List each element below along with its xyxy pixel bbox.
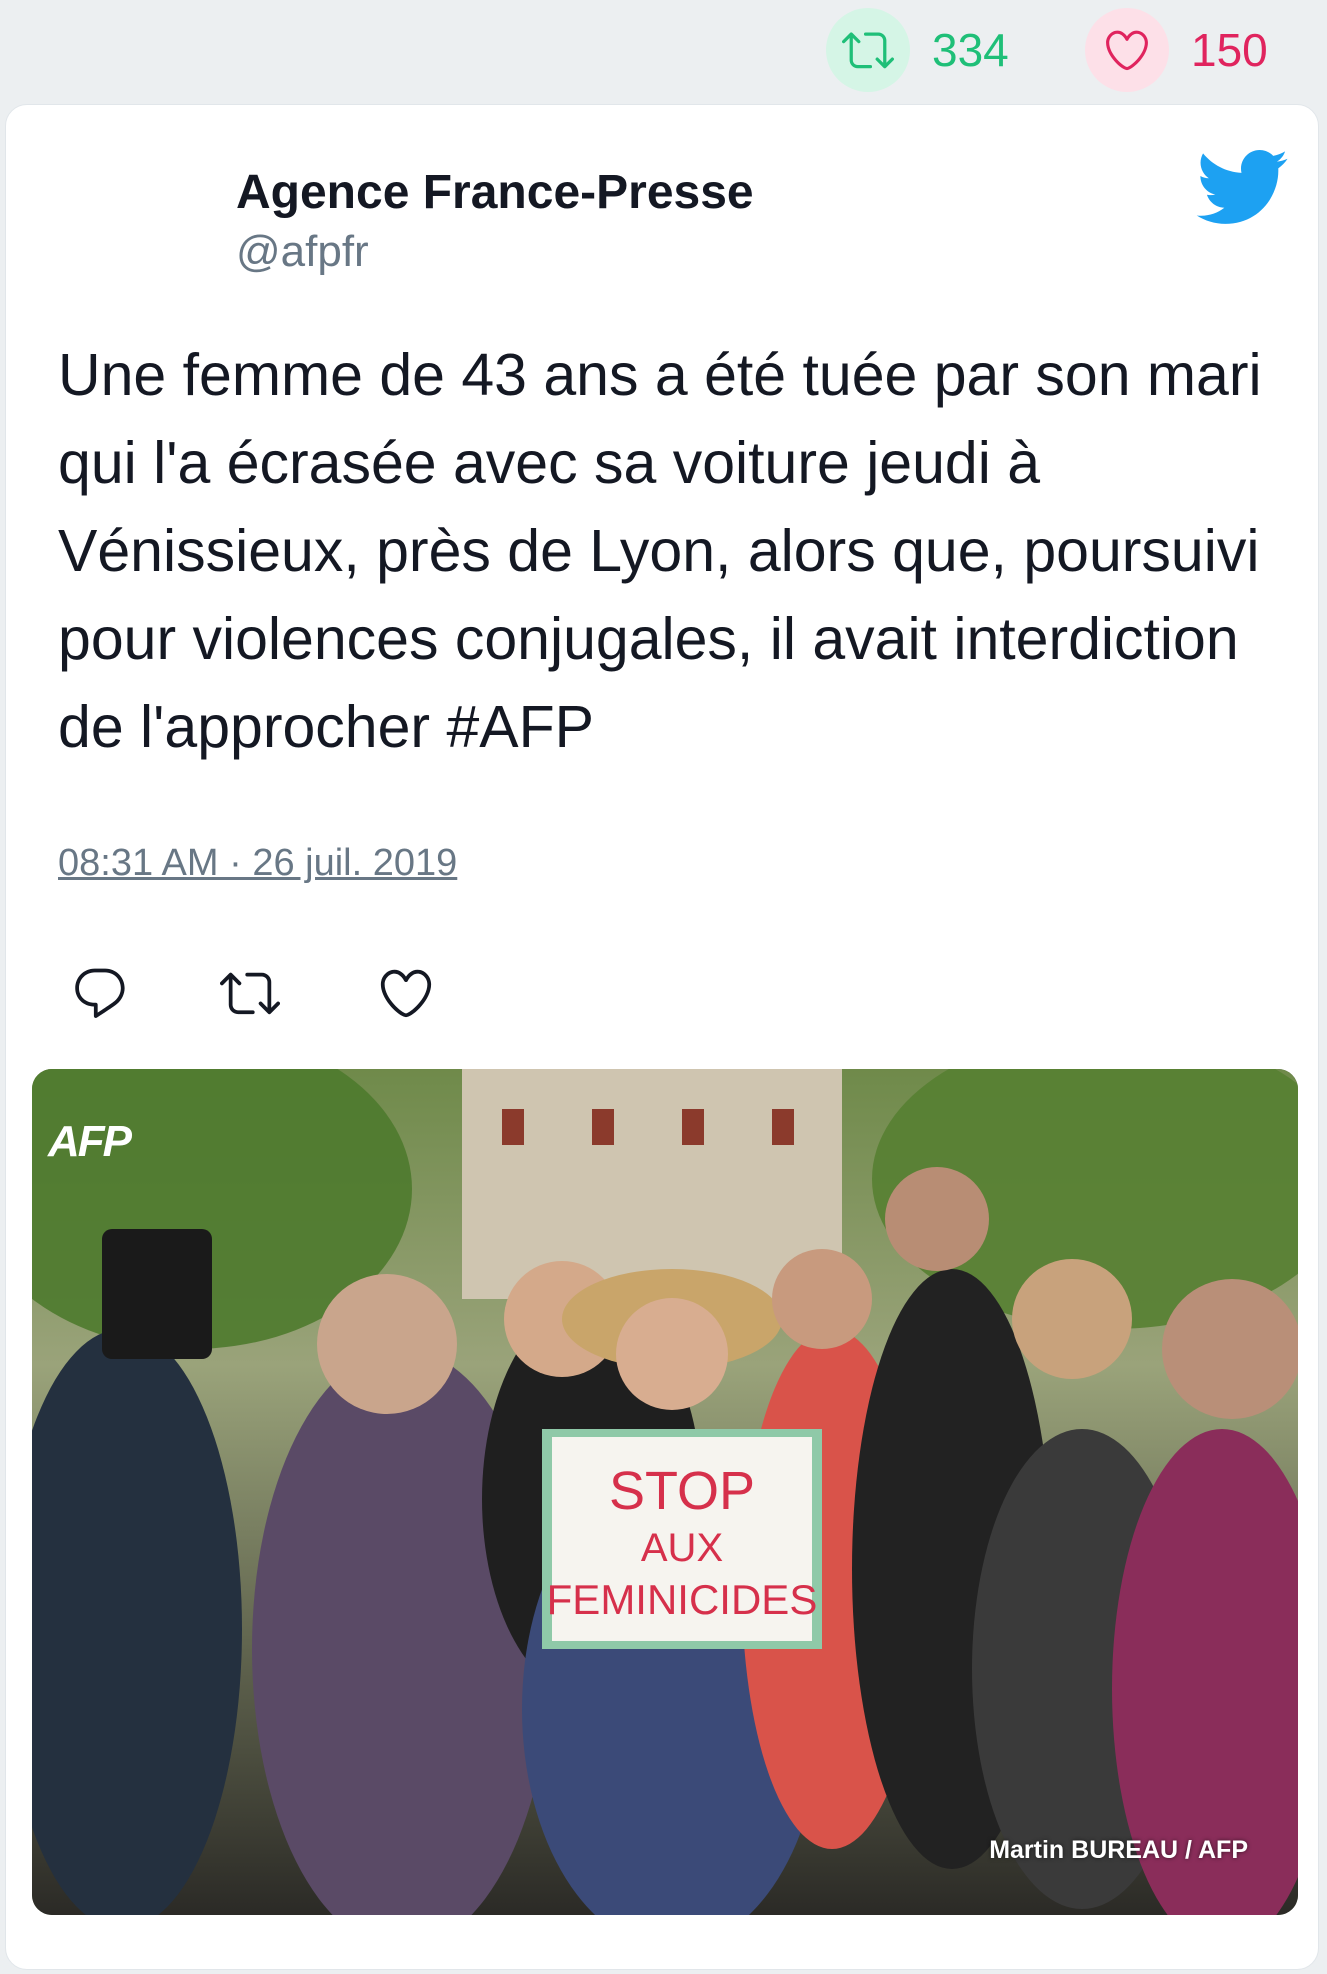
twitter-bird-icon[interactable] (1192, 147, 1290, 227)
tweet-text: Une femme de 43 ans a été tuée par son m… (58, 342, 1262, 760)
afp-logo: AFP (48, 1117, 132, 1166)
like-stat[interactable]: 150 (1085, 0, 1268, 100)
retweet-stat[interactable]: 334 (826, 0, 1009, 100)
heart-stat-icon (1085, 8, 1169, 92)
tweet-card: Agence France-Presse @afpfr Une femme de… (5, 104, 1319, 1970)
retweet-stat-icon (826, 8, 910, 92)
tweet-timestamp[interactable]: 08:31 AM · 26 juil. 2019 (58, 842, 457, 885)
tweet-photo[interactable]: STOP AUX FEMINICIDES AFP Martin BUREAU /… (32, 1069, 1298, 1915)
sign-line-3: FEMINICIDES (547, 1576, 818, 1623)
photo-credit: Martin BUREAU / AFP (989, 1836, 1248, 1864)
author-handle[interactable]: @afpfr (236, 227, 369, 277)
retweet-icon[interactable] (220, 963, 280, 1023)
heart-icon[interactable] (376, 963, 436, 1023)
sign-line-2: AUX (641, 1526, 723, 1570)
sign-line-1: STOP (609, 1461, 755, 1521)
retweet-count: 334 (932, 24, 1009, 76)
like-count: 150 (1191, 24, 1268, 76)
author-name[interactable]: Agence France-Presse (236, 165, 754, 220)
reply-icon[interactable] (70, 963, 130, 1023)
tweet-stats-bar: 334 150 (0, 0, 1327, 100)
protest-photo: STOP AUX FEMINICIDES (32, 1069, 1298, 1915)
